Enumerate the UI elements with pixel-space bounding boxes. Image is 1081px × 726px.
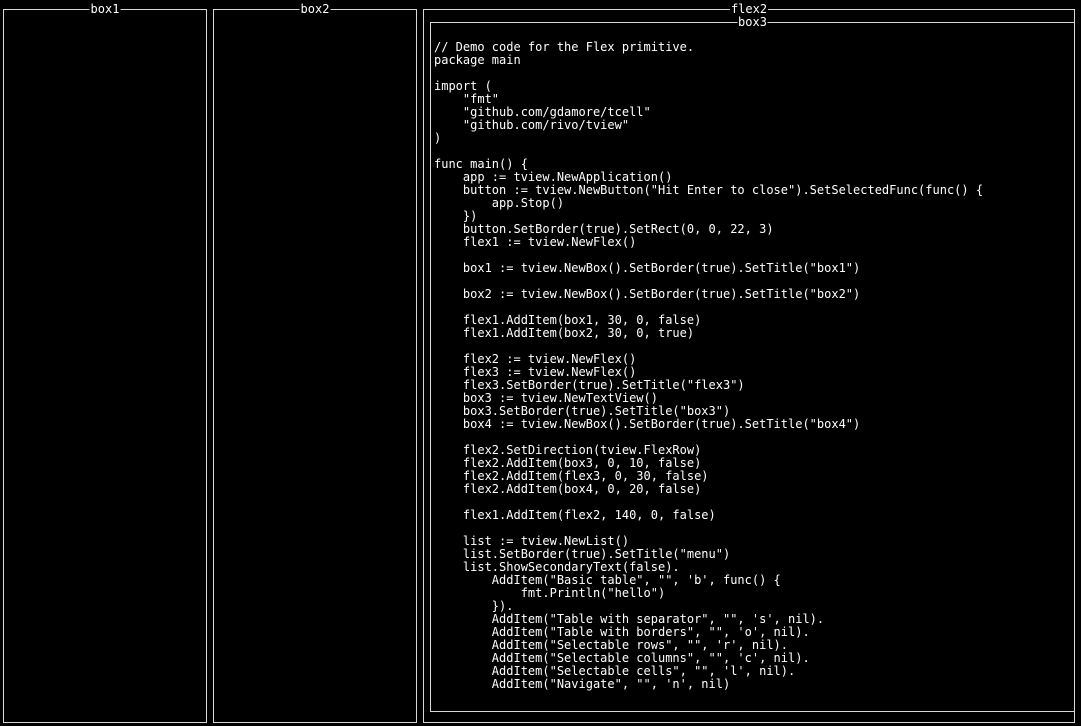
code-line: }).: [434, 599, 514, 613]
code-line: flex2.AddItem(flex3, 0, 30, false): [434, 469, 709, 483]
code-line: // Demo code for the Flex primitive.: [434, 40, 695, 54]
box2-title: box2: [299, 2, 331, 16]
code-line: list.ShowSecondaryText(false).: [434, 560, 680, 574]
code-line: func main() {: [434, 157, 528, 171]
code-line: button := tview.NewButton("Hit Enter to …: [434, 183, 984, 197]
code-line: box2 := tview.NewBox().SetBorder(true).S…: [434, 287, 861, 301]
code-line: AddItem("Selectable rows", "", 'r', nil)…: [434, 638, 789, 652]
code-line: "github.com/gdamore/tcell": [434, 105, 651, 119]
code-line: flex1.AddItem(flex2, 140, 0, false): [434, 508, 716, 522]
code-line: flex2.SetDirection(tview.FlexRow): [434, 443, 702, 457]
code-line: flex1 := tview.NewFlex(): [434, 235, 637, 249]
code-line: box1 := tview.NewBox().SetBorder(true).S…: [434, 261, 861, 275]
code-line: flex1.AddItem(box2, 30, 0, true): [434, 326, 695, 340]
box1-title: box1: [89, 2, 121, 16]
code-text: // Demo code for the Flex primitive. pac…: [434, 41, 983, 691]
code-line: fmt.Println("hello"): [434, 586, 666, 600]
code-line: flex2 := tview.NewFlex(): [434, 352, 637, 366]
code-line: "github.com/rivo/tview": [434, 118, 630, 132]
code-line: app.Stop(): [434, 196, 565, 210]
code-line: }): [434, 209, 478, 223]
code-line: import (: [434, 79, 492, 93]
code-line: ): [434, 131, 442, 145]
box1-panel[interactable]: box1: [3, 2, 207, 723]
code-line: AddItem("Selectable cells", "", 'l', nil…: [434, 664, 796, 678]
code-line: flex1.AddItem(box1, 30, 0, false): [434, 313, 702, 327]
code-line: AddItem("Table with borders", "", 'o', n…: [434, 625, 810, 639]
code-line: "fmt": [434, 92, 500, 106]
box3-title: box3: [737, 15, 768, 29]
code-line: flex3 := tview.NewFlex(): [434, 365, 637, 379]
code-line: AddItem("Navigate", "", 'n', nil): [434, 677, 731, 691]
code-line: box4 := tview.NewBox().SetBorder(true).S…: [434, 417, 861, 431]
code-line: flex2.AddItem(box3, 0, 10, false): [434, 456, 702, 470]
code-line: list := tview.NewList(): [434, 534, 630, 548]
flex2-title: flex2: [729, 2, 769, 16]
code-line: package main: [434, 53, 521, 67]
code-line: app := tview.NewApplication(): [434, 170, 673, 184]
code-line: flex2.AddItem(box4, 0, 20, false): [434, 482, 702, 496]
code-line: box3.SetBorder(true).SetTitle("box3"): [434, 404, 731, 418]
box2-panel[interactable]: box2: [213, 2, 417, 723]
code-line: list.SetBorder(true).SetTitle("menu"): [434, 547, 731, 561]
code-line: button.SetBorder(true).SetRect(0, 0, 22,…: [434, 222, 774, 236]
code-line: flex3.SetBorder(true).SetTitle("flex3"): [434, 378, 745, 392]
code-line: AddItem("Table with separator", "", 's',…: [434, 612, 825, 626]
code-line: box3 := tview.NewTextView(): [434, 391, 658, 405]
code-line: AddItem("Selectable columns", "", 'c', n…: [434, 651, 810, 665]
code-line: AddItem("Basic table", "", 'b', func() {: [434, 573, 781, 587]
